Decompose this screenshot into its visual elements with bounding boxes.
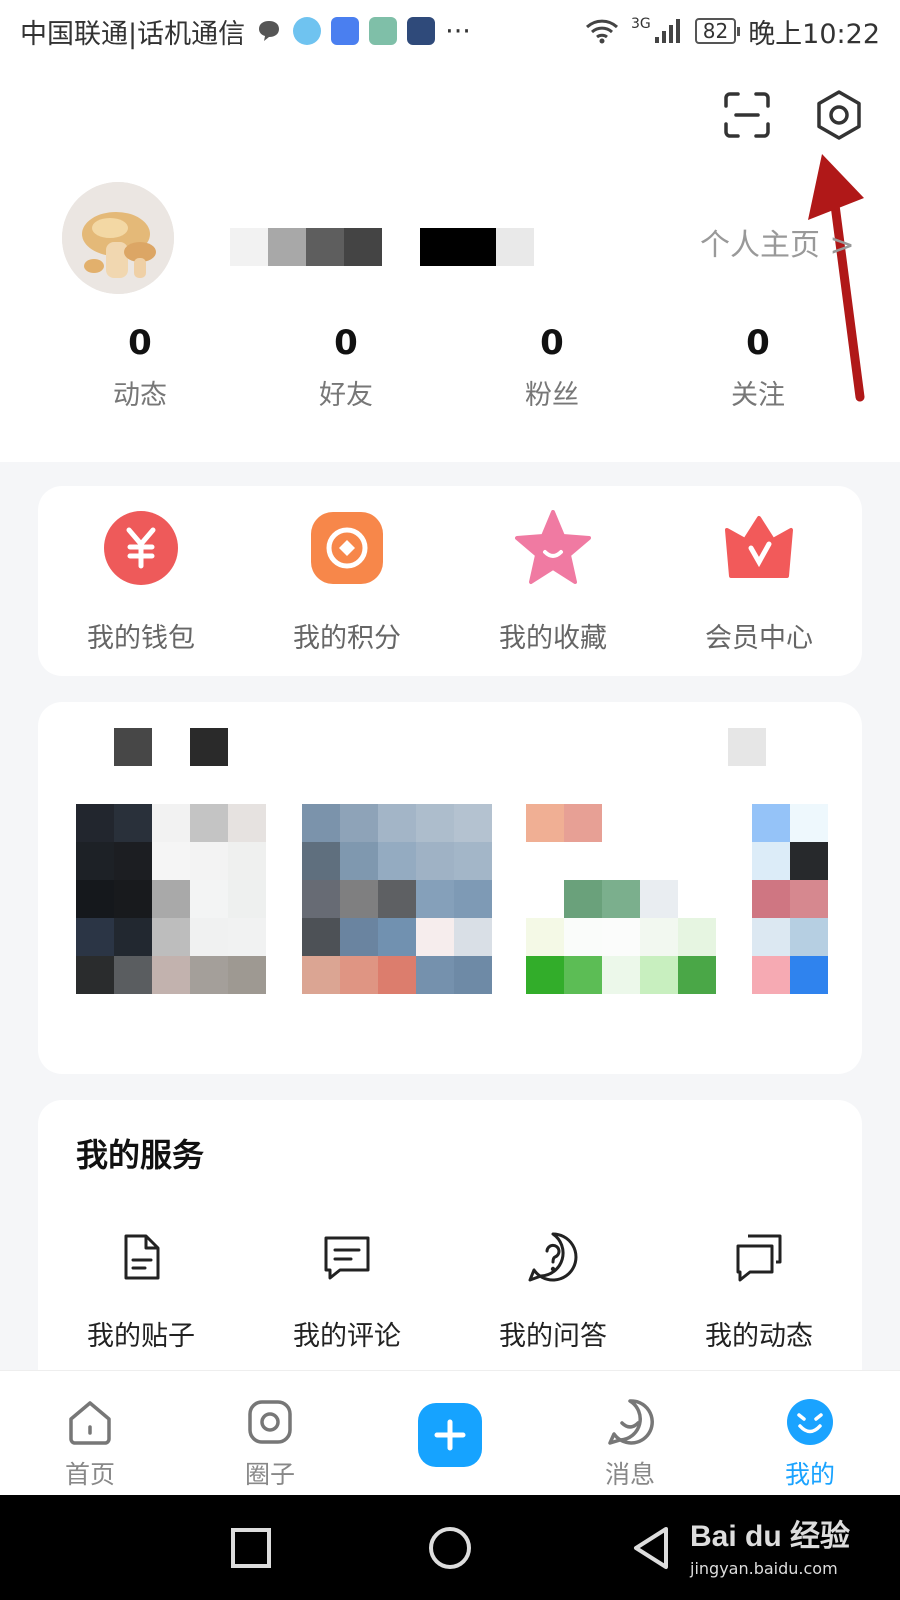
service-label: 我的动态 xyxy=(705,1321,813,1352)
stat-value: 0 xyxy=(746,323,770,363)
my-qa-button[interactable]: 我的问答 xyxy=(450,1230,656,1353)
smiley-icon xyxy=(787,1399,833,1445)
service-label: 我的评论 xyxy=(293,1321,401,1352)
quick-action-label: 我的收藏 xyxy=(499,623,607,654)
profile-header: 个人主页 > 0 动态 0 好友 0 粉丝 0 关注 xyxy=(0,62,900,462)
service-label: 我的贴子 xyxy=(87,1321,195,1352)
question-icon xyxy=(528,1232,578,1282)
username-redacted xyxy=(230,228,534,266)
home-icon xyxy=(69,1401,111,1445)
recent-content-card xyxy=(38,702,862,1074)
tab-label: 首页 xyxy=(64,1460,115,1489)
wallet-yen-icon xyxy=(103,510,179,586)
stat-label: 粉丝 xyxy=(525,380,579,411)
bottom-tab-bar: 首页 圈子 消息 我的 xyxy=(0,1370,900,1495)
stat-label: 关注 xyxy=(731,380,785,411)
network-type: 3G xyxy=(630,16,651,32)
signal-icon xyxy=(654,19,680,43)
document-icon xyxy=(124,1234,160,1280)
stat-value: 0 xyxy=(128,323,152,363)
watermark-sub: jingyan.baidu.com xyxy=(690,1559,838,1578)
back-nav-icon[interactable] xyxy=(628,1525,674,1571)
publish-button[interactable] xyxy=(418,1403,482,1467)
message-icon xyxy=(608,1399,654,1445)
tab-label: 我的 xyxy=(784,1460,835,1489)
stat-fans[interactable]: 0 粉丝 xyxy=(449,317,655,412)
mail-notification-icon xyxy=(407,17,436,45)
my-posts-button[interactable]: 我的贴子 xyxy=(38,1230,244,1353)
mushroom-avatar-image xyxy=(62,182,174,294)
tab-label: 消息 xyxy=(604,1460,655,1489)
my-services-card: 我的服务 我的贴子 我的评论 我的问答 我的动态 xyxy=(38,1100,862,1400)
quick-action-label: 我的积分 xyxy=(293,623,401,654)
my-activity-button[interactable]: 我的动态 xyxy=(656,1230,862,1353)
circle-icon xyxy=(248,1400,292,1444)
comment-icon xyxy=(324,1236,370,1280)
app-notification-icon xyxy=(293,17,322,45)
stat-friends[interactable]: 0 好友 xyxy=(243,317,449,412)
carrier-text: 中国联通|话机通信 xyxy=(20,18,246,50)
services-title: 我的服务 xyxy=(76,1136,205,1174)
crown-icon xyxy=(721,510,797,586)
points-icon xyxy=(309,510,385,586)
plus-icon xyxy=(434,1419,466,1451)
services-row: 我的贴子 我的评论 我的问答 我的动态 xyxy=(38,1230,862,1353)
home-nav-icon[interactable] xyxy=(427,1525,473,1571)
stat-following[interactable]: 0 关注 xyxy=(655,317,861,412)
bulb-notification-icon xyxy=(331,17,360,45)
tab-messages[interactable]: 消息 xyxy=(540,1371,720,1495)
baidu-jingyan-watermark: Bai du 经验 jingyan.baidu.com xyxy=(690,1511,850,1578)
my-points-button[interactable]: 我的积分 xyxy=(244,486,450,676)
more-notifications: ··· xyxy=(445,15,471,47)
stat-label: 动态 xyxy=(113,380,167,411)
scan-icon[interactable] xyxy=(722,90,772,140)
settings-icon[interactable] xyxy=(812,88,866,142)
service-label: 我的问答 xyxy=(499,1321,607,1352)
system-navigation-bar: Bai du 经验 jingyan.baidu.com xyxy=(0,1495,900,1600)
tab-home[interactable]: 首页 xyxy=(0,1371,180,1495)
my-comments-button[interactable]: 我的评论 xyxy=(244,1230,450,1353)
status-bar: 中国联通|话机通信 ··· 3G 82 晚上10:22 xyxy=(0,0,900,62)
quick-action-label: 我的钱包 xyxy=(87,623,195,654)
quick-actions-card: 我的钱包 我的积分 我的收藏 会员中心 xyxy=(38,486,862,676)
recent-apps-icon[interactable] xyxy=(228,1525,274,1571)
tab-circle[interactable]: 圈子 xyxy=(180,1371,360,1495)
stat-label: 好友 xyxy=(319,380,373,411)
tab-me[interactable]: 我的 xyxy=(720,1371,900,1495)
quick-action-label: 会员中心 xyxy=(705,623,813,654)
my-favorites-button[interactable]: 我的收藏 xyxy=(450,486,656,676)
clock: 晚上10:22 xyxy=(748,18,880,50)
battery-icon: 82 xyxy=(694,18,741,44)
stat-posts[interactable]: 0 动态 xyxy=(37,317,243,412)
stat-value: 0 xyxy=(334,323,358,363)
member-center-button[interactable]: 会员中心 xyxy=(656,486,862,676)
my-wallet-button[interactable]: 我的钱包 xyxy=(38,486,244,676)
chat-notification-icon xyxy=(259,21,280,41)
wifi-icon xyxy=(585,19,618,44)
star-icon xyxy=(515,510,591,586)
stats-row: 0 动态 0 好友 0 粉丝 0 关注 xyxy=(0,317,900,412)
avatar[interactable] xyxy=(62,182,174,294)
stat-value: 0 xyxy=(540,323,564,363)
watermark-main: Bai du 经验 xyxy=(690,1520,851,1553)
chat-bubbles-icon xyxy=(736,1234,782,1282)
tab-label: 圈子 xyxy=(244,1460,295,1489)
camera-notification-icon xyxy=(369,17,398,45)
publish-tab[interactable] xyxy=(360,1371,540,1495)
personal-homepage-link[interactable]: 个人主页 > xyxy=(700,220,855,264)
